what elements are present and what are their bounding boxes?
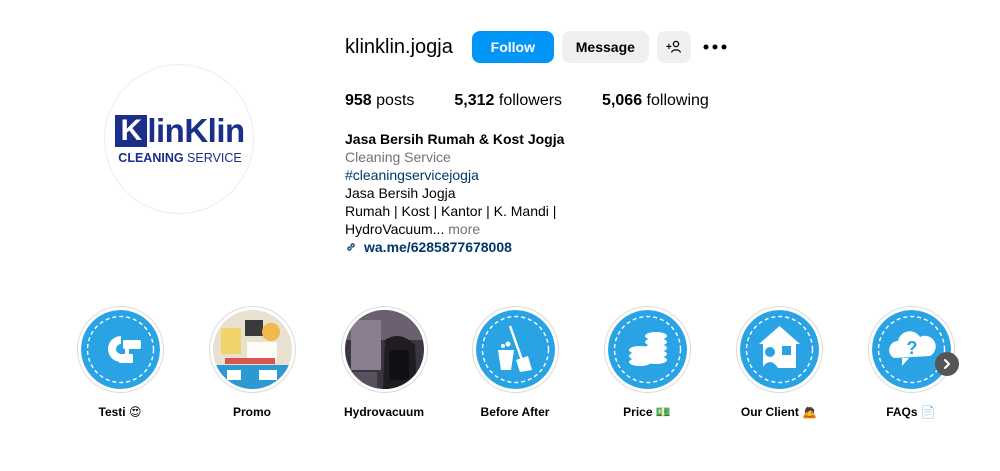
more-options-icon[interactable] [699, 31, 731, 63]
bio-line-3: HydroVacuum... more [345, 221, 481, 237]
bio-more-link[interactable]: more [448, 221, 480, 237]
followers-stat[interactable]: 5,312 followers [454, 91, 562, 111]
link-icon [347, 243, 355, 251]
highlight-label: Promo [232, 405, 271, 419]
add-person-icon: + [666, 40, 681, 53]
chevron-right-icon [944, 359, 950, 369]
highlights-next-button[interactable] [935, 352, 959, 376]
svg-text:+: + [666, 42, 672, 53]
hydrovacuum-photo [344, 310, 424, 389]
story-highlights: Testi 😍 Promo Hydrovacuum Before After P… [0, 306, 1000, 426]
highlight-hydrovacuum[interactable]: Hydrovacuum [334, 306, 434, 420]
highlight-label: Price 💵 [623, 405, 671, 419]
promo-photo [212, 310, 292, 389]
highlight-testi[interactable]: Testi 😍 [70, 306, 170, 420]
profile-header: klinklin.jogja Follow Message + [345, 31, 731, 63]
message-button[interactable]: Message [561, 31, 649, 63]
highlight-label: Testi 😍 [98, 405, 142, 419]
brand-logo: K linKlin CLEANING SERVICE [105, 112, 253, 165]
bio-hashtag[interactable]: #cleaningservicejogja [345, 166, 605, 184]
posts-stat: 958 posts [345, 92, 415, 109]
logo-wordmark: linKlin [147, 112, 245, 149]
bio-line-2: Rumah | Kost | Kantor | K. Mandi | [345, 203, 557, 219]
testimonial-icon [80, 310, 160, 389]
follow-button[interactable]: Follow [471, 31, 554, 63]
logo-k-mark: K [115, 115, 148, 147]
question-cloud-icon: ? [871, 310, 951, 389]
bio-line-1: Jasa Bersih Jogja [345, 185, 456, 201]
svg-text:?: ? [906, 338, 917, 358]
highlight-promo[interactable]: Promo [202, 306, 302, 420]
profile-avatar[interactable]: K linKlin CLEANING SERVICE [104, 64, 254, 214]
profile-bio: Jasa Bersih Rumah & Kost Jogja Cleaning … [345, 130, 605, 256]
highlight-our-client[interactable]: Our Client 🙇 [729, 306, 829, 420]
coins-icon [607, 310, 687, 389]
highlight-label: Hydrovacuum [343, 405, 425, 419]
profile-stats: 958 posts 5,312 followers 5,066 followin… [345, 91, 749, 111]
username: klinklin.jogja [345, 36, 453, 58]
suggested-users-button[interactable]: + [656, 31, 691, 63]
logo-tagline: CLEANING SERVICE [118, 151, 242, 165]
bio-website-link[interactable]: wa.me/6285877678008 [345, 238, 605, 256]
broom-bucket-icon [475, 310, 555, 389]
following-stat[interactable]: 5,066 following [602, 91, 709, 111]
highlight-label: Before After [480, 405, 550, 419]
highlight-label: FAQs 📄 [886, 405, 936, 419]
bio-display-name: Jasa Bersih Rumah & Kost Jogja [345, 131, 565, 147]
highlight-label: Our Client 🙇 [740, 405, 818, 419]
client-house-icon [739, 310, 819, 389]
highlight-price[interactable]: Price 💵 [597, 306, 697, 420]
highlight-before-after[interactable]: Before After [465, 306, 565, 420]
bio-category: Cleaning Service [345, 149, 451, 165]
